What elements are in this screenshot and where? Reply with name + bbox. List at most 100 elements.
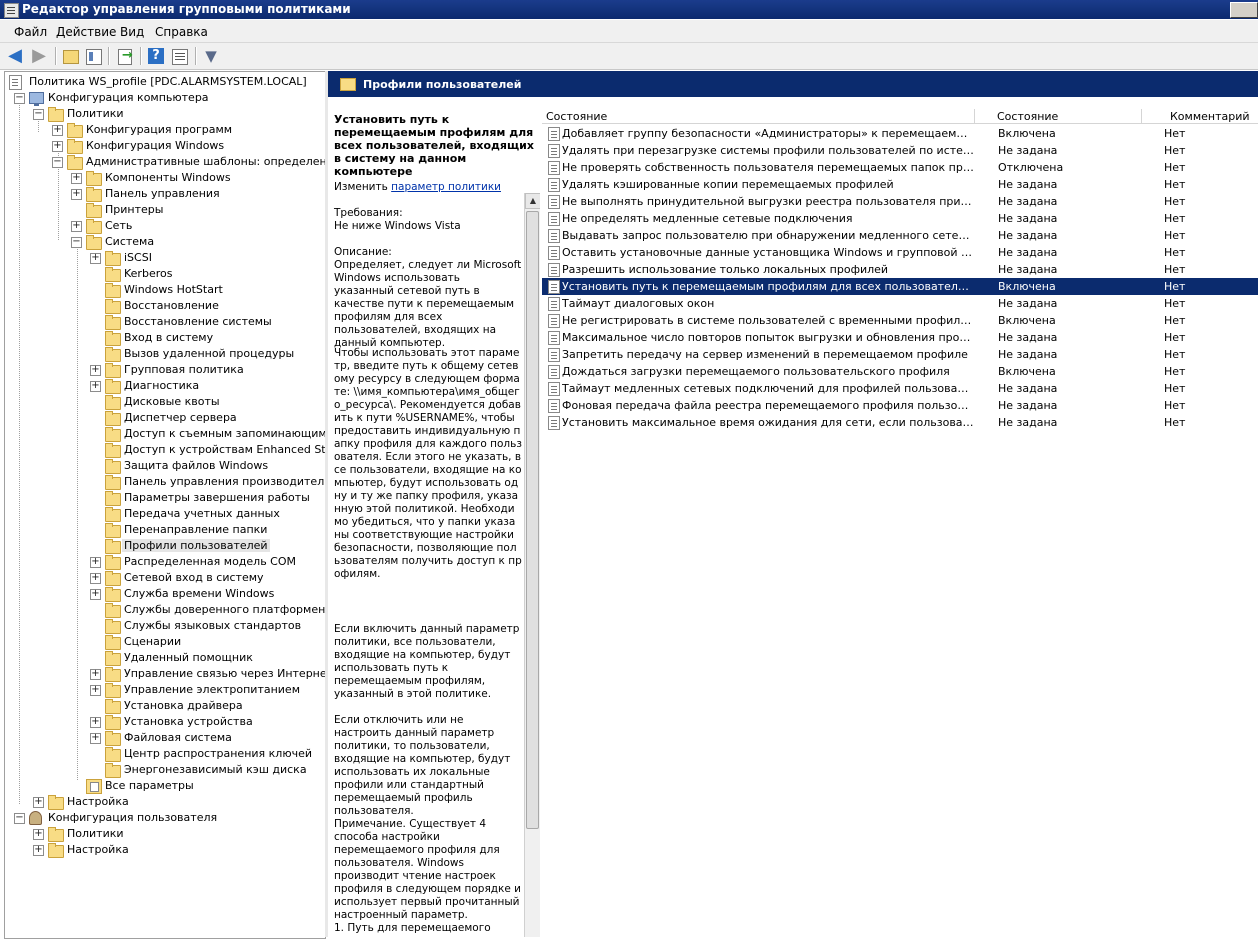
expand-icon[interactable]: +	[90, 589, 101, 600]
tree-node[interactable]: Сценарии	[5, 634, 325, 650]
tree-node[interactable]: Установка драйвера	[5, 698, 325, 714]
policy-row[interactable]: Установить максимальное время ожидания д…	[542, 414, 1258, 431]
expand-icon[interactable]: +	[90, 733, 101, 744]
expand-icon[interactable]: +	[90, 685, 101, 696]
tree-node[interactable]: + Управление электропитанием	[5, 682, 325, 698]
collapse-icon[interactable]: −	[14, 93, 25, 104]
expand-icon[interactable]: +	[52, 141, 63, 152]
tree-node[interactable]: + Конфигурация Windows	[5, 138, 325, 154]
forward-arrow-icon[interactable]: ▶	[30, 47, 48, 65]
description-scrollbar[interactable]: ▲ ▼	[524, 193, 540, 937]
tree-node[interactable]: Удаленный помощник	[5, 650, 325, 666]
tree-node[interactable]: Вход в систему	[5, 330, 325, 346]
collapse-icon[interactable]: −	[71, 237, 82, 248]
tree-node[interactable]: Принтеры	[5, 202, 325, 218]
policy-row[interactable]: Удалять при перезагрузке системы профили…	[542, 142, 1258, 159]
menu-view[interactable]: Вид	[120, 25, 144, 39]
expand-icon[interactable]: +	[71, 173, 82, 184]
policy-row[interactable]: Дождаться загрузки перемещаемого пользов…	[542, 363, 1258, 380]
up-folder-icon[interactable]	[63, 50, 79, 64]
expand-icon[interactable]: +	[90, 557, 101, 568]
back-arrow-icon[interactable]: ◀	[6, 47, 24, 65]
policy-row[interactable]: Не выполнять принудительной выгрузки рее…	[542, 193, 1258, 210]
tree-node[interactable]: Все параметры	[5, 778, 325, 794]
tree-node[interactable]: Доступ к устройствам Enhanced Storag	[5, 442, 325, 458]
policy-row[interactable]: Оставить установочные данные установщика…	[542, 244, 1258, 261]
tree-node[interactable]: + Настройка	[5, 842, 325, 858]
tree-node[interactable]: + Панель управления	[5, 186, 325, 202]
tree-node[interactable]: Службы языковых стандартов	[5, 618, 325, 634]
help-icon[interactable]: ?	[148, 48, 164, 64]
show-tree-icon[interactable]	[86, 49, 102, 65]
policy-row[interactable]: Выдавать запрос пользователю при обнаруж…	[542, 227, 1258, 244]
policy-row[interactable]: Разрешить использование только локальных…	[542, 261, 1258, 278]
expand-icon[interactable]: +	[33, 845, 44, 856]
tree-node[interactable]: + Диагностика	[5, 378, 325, 394]
expand-icon[interactable]: +	[90, 365, 101, 376]
policy-row[interactable]: Максимальное число повторов попыток выгр…	[542, 329, 1258, 346]
edit-policy-link[interactable]: параметр политики	[391, 181, 501, 193]
column-header-comment[interactable]: Комментарий	[1142, 109, 1258, 124]
policy-row[interactable]: Не определять медленные сетевые подключе…	[542, 210, 1258, 227]
tree-node[interactable]: Доступ к съемным запоминающим устр	[5, 426, 325, 442]
tree-node[interactable]: − Политики	[5, 106, 325, 122]
policy-row[interactable]: Установить путь к перемещаемым профилям …	[542, 278, 1258, 295]
expand-icon[interactable]: +	[90, 573, 101, 584]
tree-node[interactable]: Защита файлов Windows	[5, 458, 325, 474]
tree-node[interactable]: Дисковые квоты	[5, 394, 325, 410]
export-list-icon[interactable]	[118, 48, 133, 65]
policy-row[interactable]: Не регистрировать в системе пользователе…	[542, 312, 1258, 329]
tree-node[interactable]: + Сеть	[5, 218, 325, 234]
policy-row[interactable]: Удалять кэшированные копии перемещаемых …	[542, 176, 1258, 193]
policy-row[interactable]: Таймаут медленных сетевых подключений дл…	[542, 380, 1258, 397]
tree-node[interactable]: + Установка устройства	[5, 714, 325, 730]
collapse-icon[interactable]: −	[52, 157, 63, 168]
policy-row[interactable]: Добавляет группу безопасности «Администр…	[542, 125, 1258, 142]
tree-node[interactable]: + Сетевой вход в систему	[5, 570, 325, 586]
tree-node[interactable]: Службы доверенного платформенного	[5, 602, 325, 618]
scroll-up-arrow-icon[interactable]: ▲	[525, 193, 540, 209]
collapse-icon[interactable]: −	[33, 109, 44, 120]
policy-row[interactable]: Таймаут диалоговых окон Не задана Нет	[542, 295, 1258, 312]
tree-node[interactable]: + Управление связью через Интернет	[5, 666, 325, 682]
menu-file[interactable]: Файл	[14, 25, 47, 39]
expand-icon[interactable]: +	[90, 717, 101, 728]
tree-node[interactable]: Восстановление системы	[5, 314, 325, 330]
tree-node[interactable]: Восстановление	[5, 298, 325, 314]
filter-icon[interactable]: ▼	[202, 47, 220, 65]
tree-node[interactable]: − Административные шаблоны: определения п…	[5, 154, 325, 170]
column-header-state[interactable]: Состояние	[975, 109, 1142, 124]
tree-node[interactable]: Вызов удаленной процедуры	[5, 346, 325, 362]
expand-icon[interactable]: +	[90, 381, 101, 392]
properties-icon[interactable]	[172, 49, 188, 65]
tree-node[interactable]: + Файловая система	[5, 730, 325, 746]
expand-icon[interactable]: +	[71, 221, 82, 232]
tree-node[interactable]: Параметры завершения работы	[5, 490, 325, 506]
tree-node[interactable]: Энергонезависимый кэш диска	[5, 762, 325, 778]
tree-node[interactable]: Передача учетных данных	[5, 506, 325, 522]
collapse-icon[interactable]: −	[14, 813, 25, 824]
menu-help[interactable]: Справка	[155, 25, 208, 39]
scroll-thumb[interactable]	[526, 211, 539, 829]
window-control-button[interactable]	[1230, 2, 1258, 18]
policy-row[interactable]: Запретить передачу на сервер изменений в…	[542, 346, 1258, 363]
tree-node[interactable]: − Конфигурация компьютера	[5, 90, 325, 106]
column-header-setting[interactable]: Состояние	[542, 109, 975, 124]
expand-icon[interactable]: +	[71, 189, 82, 200]
policy-row[interactable]: Не проверять собственность пользователя …	[542, 159, 1258, 176]
tree-node[interactable]: Перенаправление папки	[5, 522, 325, 538]
tree-node[interactable]: + Служба времени Windows	[5, 586, 325, 602]
expand-icon[interactable]: +	[33, 797, 44, 808]
tree-node[interactable]: Политика WS_profile [PDC.ALARMSYSTEM.LOC…	[5, 74, 325, 90]
expand-icon[interactable]: +	[52, 125, 63, 136]
tree-node[interactable]: − Конфигурация пользователя	[5, 810, 325, 826]
tree-node[interactable]: Профили пользователей	[5, 538, 325, 554]
tree-node[interactable]: − Система	[5, 234, 325, 250]
tree-node[interactable]: Kerberos	[5, 266, 325, 282]
tree-node[interactable]: + iSCSI	[5, 250, 325, 266]
expand-icon[interactable]: +	[90, 669, 101, 680]
tree-node[interactable]: Панель управления производительнос	[5, 474, 325, 490]
policy-row[interactable]: Фоновая передача файла реестра перемещае…	[542, 397, 1258, 414]
menu-action[interactable]: Действие	[56, 25, 116, 39]
tree-node[interactable]: Центр распространения ключей	[5, 746, 325, 762]
